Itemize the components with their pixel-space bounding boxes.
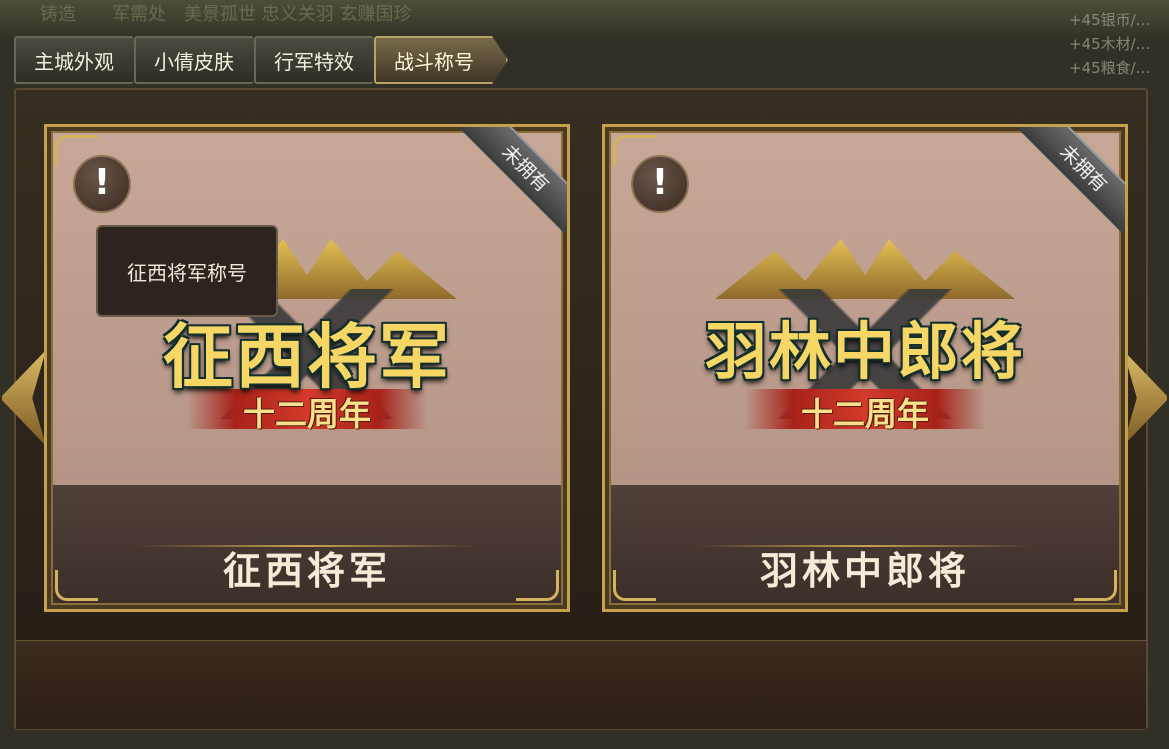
corner-ornament [613, 570, 656, 601]
corner-ornament [1074, 570, 1117, 601]
title-emblem: 羽林中郎将 十二周年 [685, 239, 1045, 449]
title-tooltip: 征西将军称号 [96, 225, 278, 317]
emblem-subtitle: 十二周年 [800, 395, 929, 433]
not-owned-badge: 未拥有 [459, 127, 567, 235]
category-tabs: 主城外观 小倩皮肤 行军特效 战斗称号 [14, 36, 494, 86]
resource-gain-list: +45银币/... +45木材/... +45粮食/... [1069, 8, 1169, 80]
emblem-title: 羽林中郎将 [704, 315, 1025, 388]
tab-xiaoqian-skin[interactable]: 小倩皮肤 [134, 36, 268, 84]
title-card-yulin[interactable]: 羽林中郎将 十二周年 羽林中郎将 未拥有 ! [602, 124, 1128, 612]
panel-footer [16, 640, 1146, 729]
title-card-zhengxi[interactable]: 征西将军 十二周年 征西将军 未拥有 ! [44, 124, 570, 612]
not-owned-badge: 未拥有 [1017, 127, 1125, 235]
tab-march-effect[interactable]: 行军特效 [254, 36, 388, 84]
card-caption: 羽林中郎将 [759, 549, 970, 593]
background-map-labels: 铸造 军需处 美景孤世 忠义关羽 玄赚国珍 [40, 4, 412, 25]
corner-ornament [55, 570, 98, 601]
info-icon[interactable]: ! [73, 155, 131, 213]
resource-gain-wood: +45木材/... [1069, 35, 1151, 53]
corner-ornament [516, 570, 559, 601]
info-icon[interactable]: ! [631, 155, 689, 213]
tab-battle-title[interactable]: 战斗称号 [374, 36, 508, 84]
resource-gain-food: +45粮食/... [1069, 59, 1151, 77]
card-caption: 征西将军 [222, 549, 391, 593]
emblem-subtitle: 十二周年 [242, 395, 371, 433]
resource-gain-silver: +45银币/... [1069, 11, 1151, 29]
tab-city-appearance[interactable]: 主城外观 [14, 36, 148, 84]
